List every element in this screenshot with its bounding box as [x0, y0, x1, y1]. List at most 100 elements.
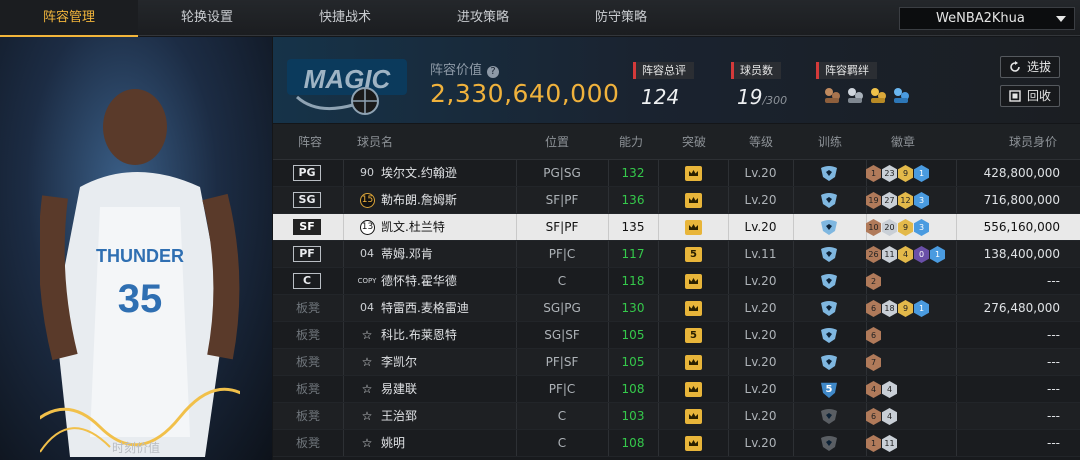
badge-hex-icon[interactable]: 18	[882, 300, 897, 317]
badge-hex-icon[interactable]: 1	[914, 300, 929, 317]
player-name[interactable]: 姚明	[381, 430, 405, 456]
player-name[interactable]: 李凯尔	[381, 349, 417, 375]
badge-hex-icon[interactable]: 27	[882, 192, 897, 209]
player-name[interactable]: 勒布朗.詹姆斯	[381, 187, 457, 213]
player-name[interactable]: 科比.布莱恩特	[381, 322, 457, 348]
tab-lineup-management[interactable]: 阵容管理	[0, 0, 138, 37]
training-crest-icon[interactable]	[819, 354, 839, 371]
badge-hex-icon[interactable]: 1	[914, 165, 929, 182]
table-row[interactable]: 板凳 ☆ 科比.布莱恩特 SG|SF 105 5 Lv.20 6 ---	[273, 322, 1080, 349]
bond-blue-icon[interactable]	[891, 85, 911, 105]
column-divider	[658, 376, 659, 402]
table-row[interactable]: 板凳 ☆ 姚明 C 108 Lv.20 1 11 ---	[273, 430, 1080, 457]
table-row[interactable]: 板凳 ☆ 易建联 PF|C 108 Lv.20 5 4 4 ---	[273, 376, 1080, 403]
tab-rotation-settings[interactable]: 轮换设置	[138, 0, 276, 36]
player-name[interactable]: 王治郅	[381, 403, 417, 429]
select-button[interactable]: 选拔	[1000, 56, 1060, 78]
training-crest-icon[interactable]	[819, 192, 839, 209]
badge-hex-icon[interactable]: 20	[882, 219, 897, 236]
player-name[interactable]: 凯文.杜兰特	[381, 214, 445, 240]
table-row[interactable]: C COPY 德怀特.霍华德 C 118 Lv.20 2 ---	[273, 268, 1080, 295]
table-row[interactable]: PF 04 蒂姆.邓肯 PF|C 117 5 Lv.11 26 11 4 0 1 138,400,000	[273, 241, 1080, 268]
badge-hex-icon[interactable]: 12	[898, 192, 913, 209]
training-crest-icon[interactable]	[819, 246, 839, 263]
col-value[interactable]: 球员身价	[1009, 124, 1057, 160]
player-name[interactable]: 埃尔文.约翰逊	[381, 160, 457, 186]
player-name[interactable]: 易建联	[381, 376, 417, 402]
badge-hex-icon[interactable]: 4	[882, 381, 897, 398]
player-name[interactable]: 蒂姆.邓肯	[381, 241, 433, 267]
training-crest-icon[interactable]	[819, 300, 839, 317]
player-position: C	[557, 436, 567, 450]
col-ability[interactable]: 能力	[619, 124, 643, 160]
recycle-button[interactable]: 回收	[1000, 85, 1060, 107]
table-row[interactable]: SG 15 勒布朗.詹姆斯 SF|PF 136 Lv.20 19 27 12 3 716,800,0…	[273, 187, 1080, 214]
badge-hex-icon[interactable]: 9	[898, 165, 913, 182]
badge-hex-icon[interactable]: 4	[882, 408, 897, 425]
crown-icon[interactable]	[685, 193, 702, 208]
crown-icon[interactable]	[685, 301, 702, 316]
table-row[interactable]: PG 90 埃尔文.约翰逊 PG|SG 132 Lv.20 1 23 9 1 428,800,000	[273, 160, 1080, 187]
badge-hex-icon[interactable]: 6	[866, 408, 881, 425]
col-position[interactable]: 位置	[545, 124, 569, 160]
badge-hex-icon[interactable]: 3	[914, 192, 929, 209]
training-crest-icon[interactable]	[819, 273, 839, 290]
col-training[interactable]: 训练	[818, 124, 842, 160]
crown-icon[interactable]	[685, 382, 702, 397]
table-row[interactable]: 板凳 ☆ 王治郅 C 103 Lv.20 6 4 ---	[273, 403, 1080, 430]
badge-hex-icon[interactable]: 23	[882, 165, 897, 182]
badge-hex-icon[interactable]: 1	[866, 435, 881, 452]
crown-icon[interactable]	[685, 355, 702, 370]
col-badges[interactable]: 徽章	[891, 124, 915, 160]
training-crest-icon[interactable]	[819, 165, 839, 182]
column-divider	[343, 160, 344, 186]
badge-hex-icon[interactable]: 6	[866, 327, 881, 344]
breakthrough-level[interactable]: 5	[685, 247, 702, 262]
badge-hex-icon[interactable]: 6	[866, 300, 881, 317]
badge-hex-icon[interactable]: 11	[882, 435, 897, 452]
bond-gold-icon[interactable]	[868, 85, 888, 105]
table-row[interactable]: SF 13 凯文.杜兰特 SF|PF 135 Lv.20 10 20 9 3 556,160,000	[273, 214, 1080, 241]
help-icon[interactable]: ?	[487, 66, 500, 78]
col-name[interactable]: 球员名	[357, 124, 393, 160]
badge-hex-icon[interactable]: 3	[914, 219, 929, 236]
col-level[interactable]: 等级	[749, 124, 773, 160]
bond-bronze-icon[interactable]	[822, 85, 842, 105]
training-crest-disabled-icon[interactable]	[819, 408, 839, 425]
player-name[interactable]: 特雷西.麦格雷迪	[381, 295, 469, 321]
badge-hex-icon[interactable]: 2	[866, 273, 881, 290]
crown-icon[interactable]	[685, 274, 702, 289]
crown-icon[interactable]	[685, 220, 702, 235]
tab-defense-strategy[interactable]: 防守策略	[552, 0, 690, 36]
badge-hex-icon[interactable]: 10	[866, 219, 881, 236]
badge-hex-icon[interactable]: 4	[898, 246, 913, 263]
training-crest-icon[interactable]	[819, 219, 839, 236]
breakthrough-level[interactable]: 5	[685, 328, 702, 343]
col-breakthrough[interactable]: 突破	[682, 124, 706, 160]
bond-silver-icon[interactable]	[845, 85, 865, 105]
training-crest-disabled-icon[interactable]	[819, 435, 839, 452]
badge-hex-icon[interactable]: 9	[898, 300, 913, 317]
badge-hex-icon[interactable]: 11	[882, 246, 897, 263]
badge-hex-icon[interactable]: 7	[866, 354, 881, 371]
tab-offense-strategy[interactable]: 进攻策略	[414, 0, 552, 36]
tab-quick-tactics[interactable]: 快捷战术	[276, 0, 414, 36]
user-dropdown[interactable]: WeNBA2Khua	[899, 7, 1075, 30]
player-name[interactable]: 德怀特.霍华德	[381, 268, 457, 294]
badge-hex-icon[interactable]: 0	[914, 246, 929, 263]
crown-icon[interactable]	[685, 409, 702, 424]
badge-hex-icon[interactable]: 9	[898, 219, 913, 236]
player-level: Lv.20	[744, 355, 777, 369]
badge-hex-icon[interactable]: 26	[866, 246, 881, 263]
table-row[interactable]: 板凳 04 特雷西.麦格雷迪 SG|PG 130 Lv.20 6 18 9 1 276,480,00…	[273, 295, 1080, 322]
crown-icon[interactable]	[685, 436, 702, 451]
badge-hex-icon[interactable]: 4	[866, 381, 881, 398]
table-row[interactable]: 板凳 ☆ 李凯尔 PF|SF 105 Lv.20 7 ---	[273, 349, 1080, 376]
training-crest-icon[interactable]	[819, 327, 839, 344]
badge-hex-icon[interactable]: 1	[930, 246, 945, 263]
badge-hex-icon[interactable]: 19	[866, 192, 881, 209]
jersey-number: 04	[360, 301, 374, 314]
training-level[interactable]: 5	[821, 382, 837, 398]
crown-icon[interactable]	[685, 166, 702, 181]
badge-hex-icon[interactable]: 1	[866, 165, 881, 182]
